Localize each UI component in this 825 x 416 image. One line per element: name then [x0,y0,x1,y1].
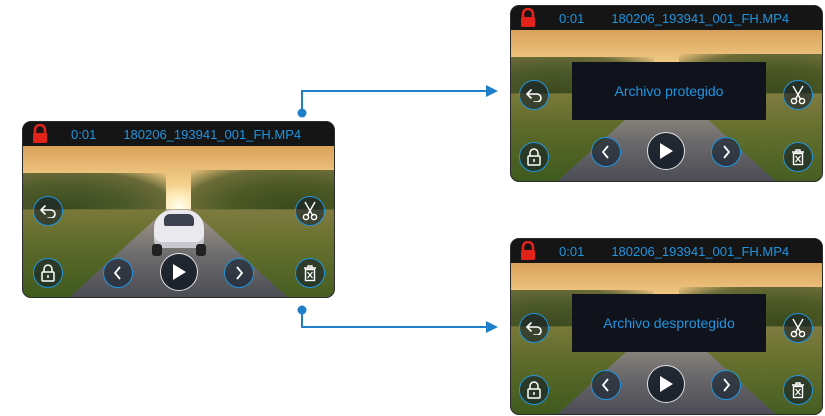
trash-icon [792,382,804,399]
status-message: Archivo desprotegido [572,294,766,352]
protect-button[interactable] [33,258,63,288]
back-button[interactable] [519,80,549,110]
scissors-icon [790,85,806,105]
padlock-toggle-icon [527,381,541,399]
playback-time: 0:01 [559,10,585,26]
cut-button[interactable] [783,313,813,343]
delete-button[interactable] [783,142,813,172]
padlock-red-icon [519,7,537,28]
scissors-icon [302,201,318,221]
protect-button[interactable] [519,375,549,405]
file-name: 180206_193941_001_FH.MP4 [611,10,790,26]
padlock-red-icon [31,123,49,144]
padlock-red-icon [519,240,537,261]
chevron-right-icon [236,266,244,280]
padlock-toggle-icon [527,148,541,166]
cut-button[interactable] [783,80,813,110]
padlock-toggle-icon [41,264,55,282]
back-button[interactable] [519,313,549,343]
status-bar: 0:01 180206_193941_001_FH.MP4 [511,239,822,263]
connector-to-unprotected [301,311,487,328]
play-icon [173,264,186,280]
previous-button[interactable] [591,370,621,400]
connector-arrowhead-top [486,85,498,97]
file-name: 180206_193941_001_FH.MP4 [123,126,302,142]
play-icon [660,143,673,159]
chevron-left-icon [601,145,609,159]
delete-button[interactable] [783,375,813,405]
playback-screen-unprotected: 0:01 180206_193941_001_FH.MP4 Archivo de… [510,238,823,415]
trash-icon [792,149,804,166]
scissors-icon [790,318,806,338]
play-icon [660,376,673,392]
play-button[interactable] [160,253,198,291]
previous-button[interactable] [591,137,621,167]
next-button[interactable] [224,258,254,288]
back-button[interactable] [33,196,63,226]
back-arrow-icon [526,322,542,335]
file-name: 180206_193941_001_FH.MP4 [611,243,790,259]
playback-time: 0:01 [559,243,585,259]
status-message: Archivo protegido [572,62,766,120]
protect-button[interactable] [519,142,549,172]
connector-dot-top [297,108,307,118]
chevron-left-icon [601,378,609,392]
connector-dot-bottom [297,305,307,315]
playback-screen-main: 0:01 180206_193941_001_FH.MP4 [22,121,335,298]
chevron-right-icon [723,378,731,392]
chevron-left-icon [113,266,121,280]
next-button[interactable] [711,370,741,400]
connector-arrowhead-bottom [486,321,498,333]
status-bar: 0:01 180206_193941_001_FH.MP4 [511,6,822,30]
status-bar: 0:01 180206_193941_001_FH.MP4 [23,122,334,146]
play-button[interactable] [647,132,685,170]
connector-to-protected [301,90,487,112]
trash-icon [304,265,316,282]
chevron-right-icon [723,145,731,159]
car-image [150,200,208,257]
delete-button[interactable] [295,258,325,288]
cut-button[interactable] [295,196,325,226]
back-arrow-icon [40,205,56,218]
playback-time: 0:01 [71,126,97,142]
back-arrow-icon [526,89,542,102]
playback-screen-protected: 0:01 180206_193941_001_FH.MP4 Archivo pr… [510,5,823,182]
play-button[interactable] [647,365,685,403]
next-button[interactable] [711,137,741,167]
previous-button[interactable] [103,258,133,288]
